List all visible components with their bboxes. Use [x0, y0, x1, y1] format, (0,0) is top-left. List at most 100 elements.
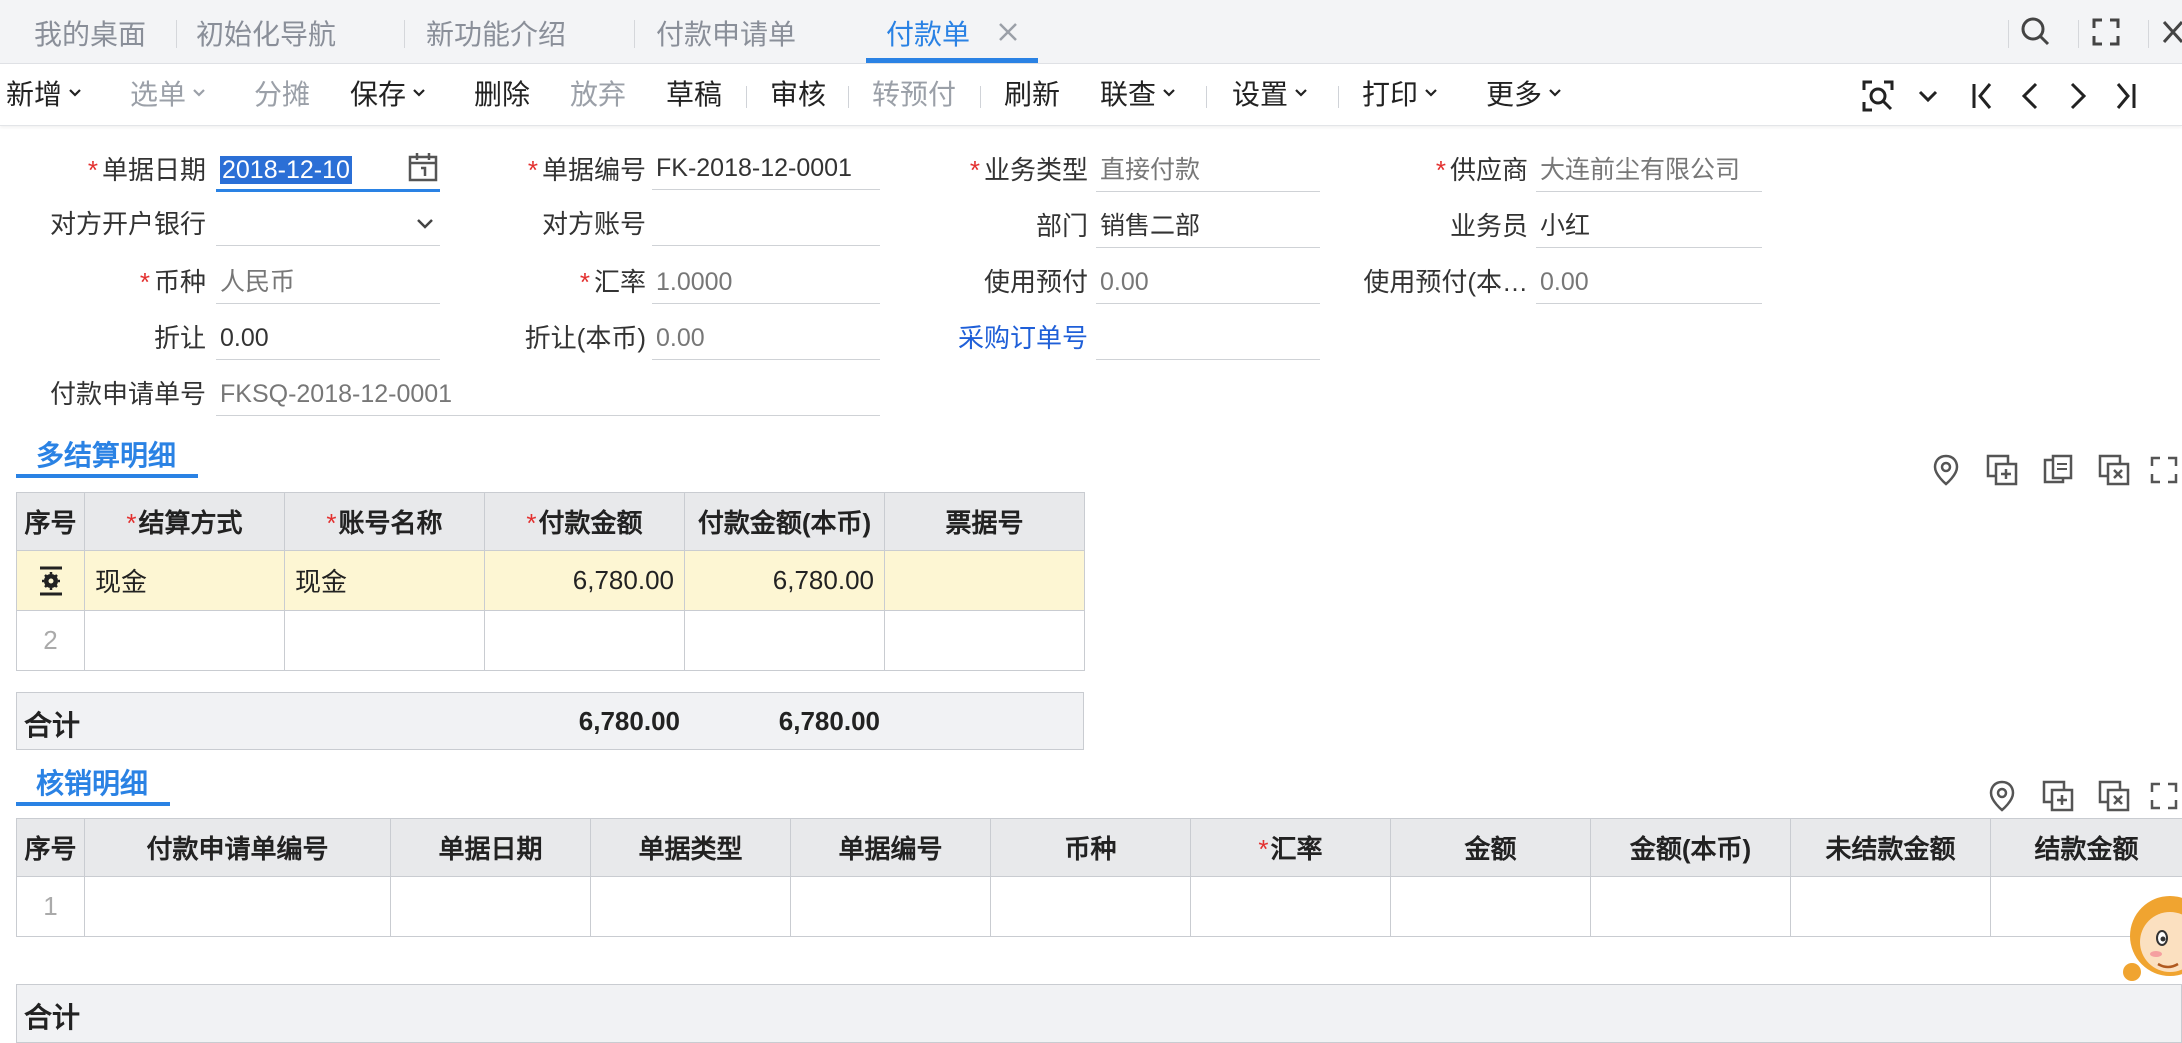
table-row[interactable]: 1	[16, 876, 2182, 937]
delete-row-icon[interactable]	[2096, 452, 2132, 488]
col-amount-local[interactable]: 金额(本币)	[1590, 818, 1791, 877]
cell-pay-amount[interactable]	[484, 610, 685, 671]
doc-no-field[interactable]: FK-2018-12-0001	[652, 146, 880, 190]
locate-icon[interactable]	[1928, 452, 1964, 488]
link-query-button[interactable]: 联查	[1100, 64, 1176, 126]
table-row[interactable]: 2	[16, 610, 1085, 671]
settlement-section-title[interactable]: 多结算明细	[36, 434, 176, 474]
locate-icon[interactable]	[1984, 778, 2020, 814]
cell-account-name[interactable]: 现金	[284, 550, 485, 611]
bank-select[interactable]	[216, 202, 440, 246]
cell-rate[interactable]	[1190, 876, 1391, 937]
rate-field[interactable]: 1.0000	[652, 260, 880, 304]
cell-request-no[interactable]	[84, 876, 391, 937]
last-record-icon[interactable]	[2106, 76, 2146, 116]
col-index[interactable]: 序号	[16, 492, 85, 551]
col-unsettled-amount[interactable]: 未结款金额	[1790, 818, 1991, 877]
col-currency[interactable]: 币种	[990, 818, 1191, 877]
currency-field[interactable]: 人民币	[216, 260, 440, 304]
cell-pay-amount-local[interactable]	[684, 610, 885, 671]
cell-doc-type[interactable]	[590, 876, 791, 937]
calendar-icon[interactable]	[406, 150, 440, 184]
close-window-icon[interactable]	[2150, 10, 2182, 54]
dept-field[interactable]: 销售二部	[1096, 204, 1320, 248]
first-record-icon[interactable]	[1962, 76, 2002, 116]
account-no-field[interactable]	[652, 202, 880, 246]
chevron-down-icon[interactable]	[408, 208, 442, 242]
cell-account-name[interactable]	[284, 610, 485, 671]
col-doc-type[interactable]: 单据类型	[590, 818, 791, 877]
chevron-down-icon[interactable]	[1908, 76, 1948, 116]
col-doc-date[interactable]: 单据日期	[390, 818, 591, 877]
tab-payment-request[interactable]: 付款申请单	[656, 0, 796, 64]
fullscreen-icon[interactable]	[2084, 10, 2128, 54]
expand-grid-icon[interactable]	[2146, 452, 2182, 488]
add-row-icon[interactable]	[1984, 452, 2020, 488]
supplier-field[interactable]: 大连前尘有限公司	[1536, 148, 1762, 192]
print-button[interactable]: 打印	[1362, 64, 1438, 126]
table-row[interactable]: 现金 现金 6,780.00 6,780.00	[16, 550, 1085, 611]
more-button[interactable]: 更多	[1486, 64, 1562, 126]
expand-grid-icon[interactable]	[2146, 778, 2182, 814]
add-button[interactable]: 新增	[6, 64, 82, 126]
salesman-field[interactable]: 小红	[1536, 204, 1762, 248]
col-bill-no[interactable]: 票据号	[884, 492, 1085, 551]
draft-button[interactable]: 草稿	[666, 64, 722, 126]
assistant-mascot-icon[interactable]	[2122, 880, 2182, 990]
col-amount[interactable]: 金额	[1390, 818, 1591, 877]
row-gear-icon[interactable]	[34, 564, 68, 598]
delete-row-icon[interactable]	[2096, 778, 2132, 814]
discount-local-field[interactable]: 0.00	[652, 316, 880, 360]
cell-unsettled-amount[interactable]	[1790, 876, 1991, 937]
col-settle-method[interactable]: *结算方式	[84, 492, 285, 551]
add-row-icon[interactable]	[2040, 778, 2076, 814]
select-bill-button[interactable]: 选单	[130, 64, 206, 126]
split-button[interactable]: 分摊	[254, 64, 310, 126]
cell-amount-local[interactable]	[1590, 876, 1791, 937]
discount-field[interactable]: 0.00	[216, 316, 440, 360]
po-no-link[interactable]: 采购订单号	[920, 318, 1088, 358]
use-prepay-local-field[interactable]: 0.00	[1536, 260, 1762, 304]
cell-doc-no[interactable]	[790, 876, 991, 937]
tab-new-features[interactable]: 新功能介绍	[426, 0, 566, 64]
discard-button[interactable]: 放弃	[570, 64, 626, 126]
cell-bill-no[interactable]	[884, 610, 1085, 671]
col-pay-amount-local[interactable]: 付款金额(本币)	[684, 492, 885, 551]
next-record-icon[interactable]	[2058, 76, 2098, 116]
tab-my-desktop[interactable]: 我的桌面	[34, 0, 146, 64]
cell-doc-date[interactable]	[390, 876, 591, 937]
use-prepay-field[interactable]: 0.00	[1096, 260, 1320, 304]
po-no-field[interactable]	[1096, 316, 1320, 360]
col-account-name[interactable]: *账号名称	[284, 492, 485, 551]
to-prepay-button[interactable]: 转预付	[872, 64, 956, 126]
col-index[interactable]: 序号	[16, 818, 85, 877]
payment-request-no-field[interactable]: FKSQ-2018-12-0001	[216, 372, 880, 416]
tab-init-nav[interactable]: 初始化导航	[196, 0, 336, 64]
copy-row-icon[interactable]	[2040, 452, 2076, 488]
col-rate[interactable]: *汇率	[1190, 818, 1391, 877]
col-settled-amount[interactable]: 结款金额	[1990, 818, 2182, 877]
cell-pay-amount-local[interactable]: 6,780.00	[684, 550, 885, 611]
biz-type-field[interactable]: 直接付款	[1096, 148, 1320, 192]
cell-settle-method[interactable]	[84, 610, 285, 671]
tab-payment-bill[interactable]: 付款单	[886, 0, 970, 64]
refresh-button[interactable]: 刷新	[1004, 64, 1060, 126]
cell-amount[interactable]	[1390, 876, 1591, 937]
row-settings-cell[interactable]	[16, 550, 85, 611]
preview-search-icon[interactable]	[1858, 76, 1898, 116]
col-doc-no[interactable]: 单据编号	[790, 818, 991, 877]
cell-settle-method[interactable]: 现金	[84, 550, 285, 611]
settings-button[interactable]: 设置	[1232, 64, 1308, 126]
close-tab-icon[interactable]	[990, 14, 1026, 50]
audit-button[interactable]: 审核	[770, 64, 826, 126]
previous-record-icon[interactable]	[2010, 76, 2050, 116]
cell-pay-amount[interactable]: 6,780.00	[484, 550, 685, 611]
search-icon[interactable]	[2014, 10, 2058, 54]
delete-button[interactable]: 删除	[474, 64, 530, 126]
cell-currency[interactable]	[990, 876, 1191, 937]
writeoff-section-title[interactable]: 核销明细	[36, 762, 148, 802]
cell-bill-no[interactable]	[884, 550, 1085, 611]
save-button[interactable]: 保存	[350, 64, 426, 126]
col-pay-amount[interactable]: *付款金额	[484, 492, 685, 551]
col-request-no[interactable]: 付款申请单编号	[84, 818, 391, 877]
